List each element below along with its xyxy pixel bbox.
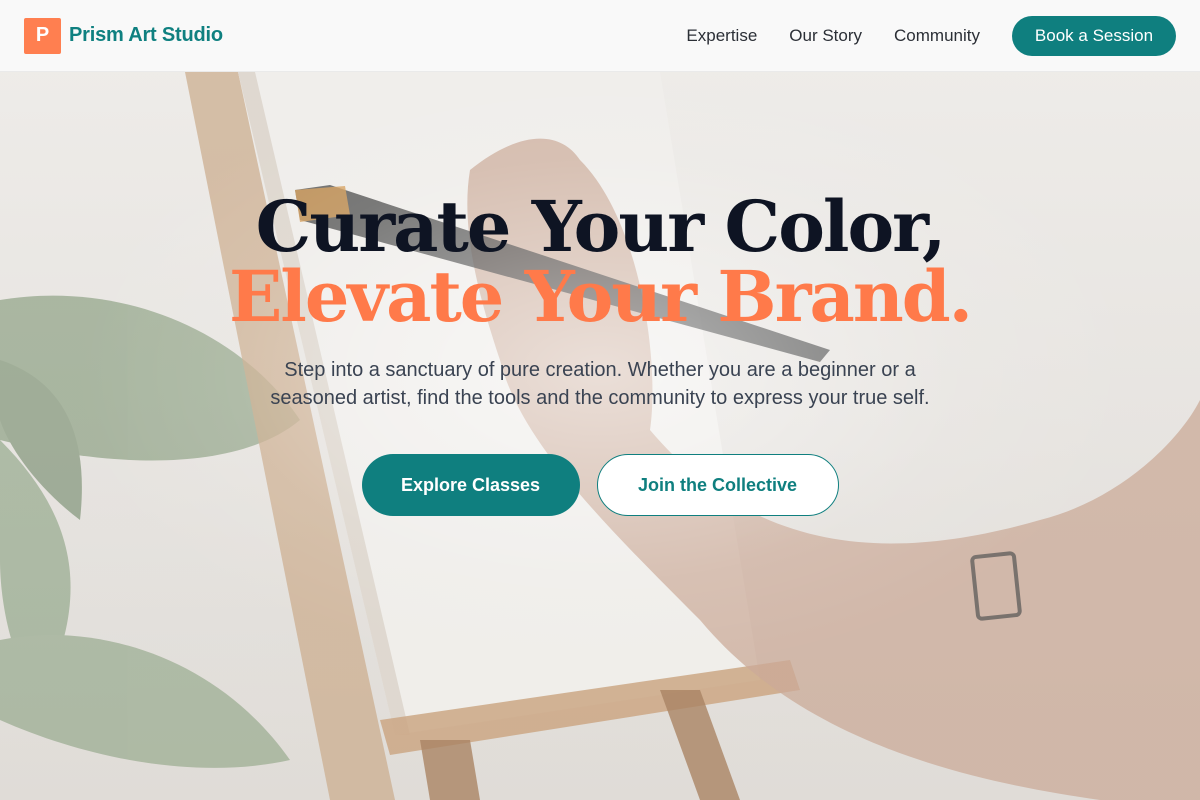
hero-section: Curate Your Color, Elevate Your Brand. S… (0, 190, 1200, 516)
book-session-button[interactable]: Book a Session (1012, 15, 1176, 56)
hero-button-group: Explore Classes Join the Collective (0, 454, 1200, 516)
nav-link-our-story[interactable]: Our Story (789, 26, 862, 46)
headline-line-1: Curate Your Color, (255, 185, 947, 268)
brand-name: Prism Art Studio (69, 24, 223, 46)
hero-headline: Curate Your Color, Elevate Your Brand. (0, 190, 1200, 334)
nav-link-expertise[interactable]: Expertise (686, 26, 757, 46)
site-header: P Prism Art Studio Expertise Our Story C… (0, 0, 1200, 72)
logo-icon: P (24, 17, 61, 54)
explore-classes-button[interactable]: Explore Classes (361, 454, 580, 516)
headline-line-2: Elevate Your Brand. (228, 255, 973, 338)
join-collective-button[interactable]: Join the Collective (596, 454, 839, 516)
hero-subtitle: Step into a sanctuary of pure creation. … (270, 359, 930, 409)
main-nav: Expertise Our Story Community Book a Ses… (686, 15, 1176, 56)
nav-link-community[interactable]: Community (894, 26, 980, 46)
brand-logo-link[interactable]: P Prism Art Studio (24, 17, 223, 54)
